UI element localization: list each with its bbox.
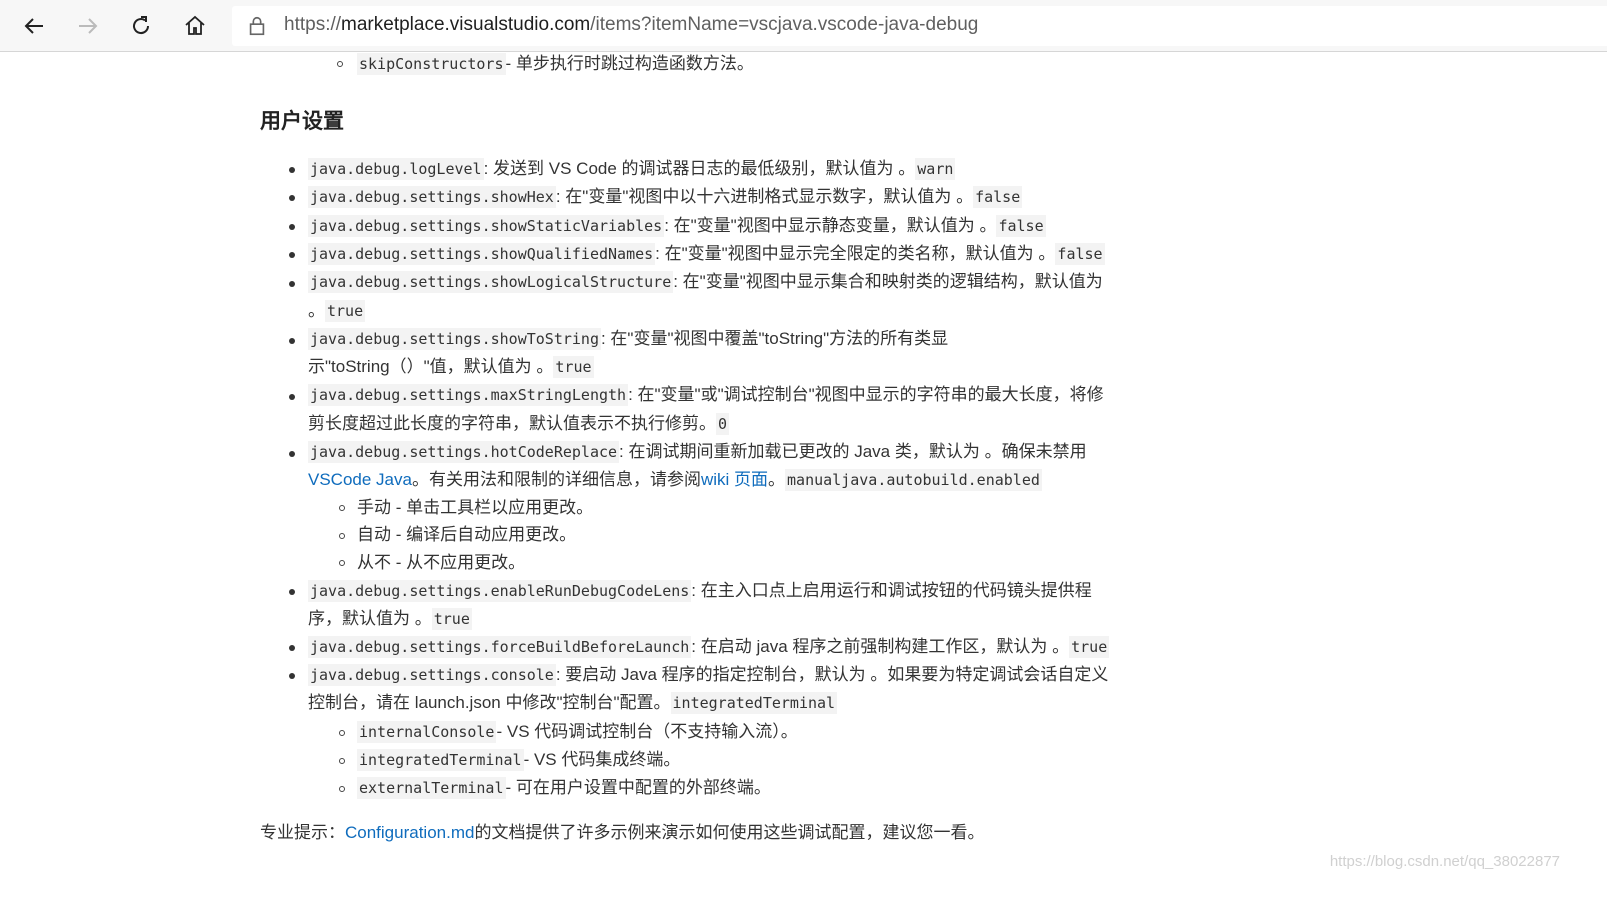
list-item: java.debug.settings.console: 要启动 Java 程序… (308, 664, 1109, 686)
forward-arrow-icon (79, 18, 98, 34)
refresh-icon (133, 16, 150, 35)
back-button[interactable] (14, 6, 54, 46)
list-item: java.debug.settings.hotCodeReplace: 在调试期… (308, 441, 1087, 463)
bullet (289, 394, 295, 400)
address-bar[interactable]: https://marketplace.visualstudio.com/ite… (232, 6, 1607, 46)
sub-bullet (339, 560, 345, 566)
watermark: https://blog.csdn.net/qq_38022877 (1329, 853, 1560, 870)
list-item: skipConstructors - 单步执行时跳过构造函数方法。 (357, 53, 754, 75)
list-item: java.debug.logLevel: 发送到 VS Code 的调试器日志的… (308, 158, 956, 180)
sub-list-item: integratedTerminal - VS 代码集成终端。 (357, 749, 681, 771)
list-item: java.debug.settings.showToString: 在"变量"视… (308, 328, 949, 350)
list-item: java.debug.settings.forceBuildBeforeLaun… (308, 636, 1110, 658)
sub-list-item: 自动 - 编译后自动应用更改。 (357, 525, 577, 544)
pro-tip: 专业提示：Configuration.md的文档提供了许多示例来演示如何使用这些… (260, 823, 985, 842)
configuration-md-link[interactable]: Configuration.md (345, 823, 474, 842)
list-item-continuation: 示"toString（）"值，默认值为 。 true (308, 356, 594, 378)
bullet (289, 224, 295, 230)
bullet (289, 338, 295, 344)
sub-list-item: internalConsole - VS 代码调试控制台（不支持输入流）。 (357, 721, 798, 743)
list-item: java.debug.settings.showHex: 在"变量"视图中以十六… (308, 186, 1023, 208)
bullet (289, 451, 295, 457)
back-arrow-icon (24, 18, 43, 34)
sub-bullet (339, 730, 345, 736)
home-icon (185, 15, 205, 35)
wiki-page-link[interactable]: wiki 页面 (701, 470, 768, 489)
list-item-continuation: VSCode Java。有关用法和限制的详细信息，请参阅wiki 页面。 manu… (308, 469, 1042, 491)
bullet (289, 645, 295, 651)
sub-list-item: 手动 - 单击工具栏以应用更改。 (357, 498, 594, 517)
lock-icon (249, 16, 265, 36)
section-heading: 用户设置 (260, 110, 344, 133)
list-item-continuation: 序，默认值为 。 true (308, 608, 472, 630)
bullet (289, 167, 295, 173)
bullet (289, 281, 295, 287)
bullet (289, 589, 295, 595)
list-item-continuation: 。 true (308, 300, 366, 322)
refresh-button[interactable] (121, 6, 161, 46)
url-text: https://marketplace.visualstudio.com/ite… (284, 14, 979, 35)
list-item: java.debug.settings.showQualifiedNames: … (308, 243, 1105, 265)
sub-bullet (339, 758, 345, 764)
sub-bullet (337, 61, 343, 67)
browser-toolbar: https://marketplace.visualstudio.com/ite… (0, 0, 1607, 52)
list-item: java.debug.settings.showLogicalStructure… (308, 271, 1103, 293)
sub-list-item: externalTerminal - 可在用户设置中配置的外部终端。 (357, 777, 771, 799)
list-item: java.debug.settings.maxStringLength: 在"变… (308, 384, 1104, 406)
forward-button[interactable] (68, 6, 108, 46)
list-item-continuation: 控制台，请在 launch.json 中修改"控制台"配置。 integrated… (308, 692, 838, 714)
sub-bullet (339, 533, 345, 539)
sub-bullet (339, 505, 345, 511)
list-item: java.debug.settings.enableRunDebugCodeLe… (308, 580, 1092, 602)
list-item: java.debug.settings.showStaticVariables:… (308, 215, 1046, 237)
vscode-java-link[interactable]: VSCode Java (308, 470, 412, 489)
list-item-continuation: 剪长度超过此长度的字符串，默认值表示不执行修剪。 0 (308, 413, 730, 435)
bullet (289, 195, 295, 201)
sub-list-item: 从不 - 从不应用更改。 (357, 553, 526, 572)
bullet (289, 673, 295, 679)
home-button[interactable] (175, 6, 215, 46)
bullet (289, 252, 295, 258)
sub-bullet (339, 786, 345, 792)
